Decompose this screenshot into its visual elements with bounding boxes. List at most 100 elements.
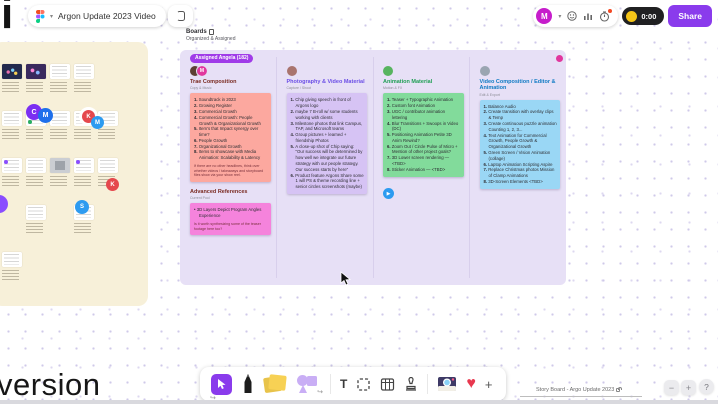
- video-link-icon[interactable]: ▶: [383, 188, 394, 199]
- sticky-item: 3D Lower screen rendering — <TBD>: [387, 155, 461, 167]
- thumbnail-card: [26, 205, 46, 220]
- timer-icon[interactable]: [599, 11, 610, 22]
- sticky-item: Replace Christmas photos Mission of Clam…: [484, 167, 558, 179]
- mouse-cursor: [340, 271, 351, 286]
- sticky-item: Create transition with overlay clips & T…: [484, 109, 558, 121]
- share-button[interactable]: Share: [668, 5, 712, 27]
- slide-thumbnail[interactable]: [50, 158, 70, 188]
- slide-thumbnail[interactable]: [2, 64, 22, 94]
- chevron-down-icon[interactable]: ▾: [558, 13, 561, 20]
- sticky-list: Chip giving speech in front of Argons lo…: [291, 97, 365, 190]
- column-avatar-icon[interactable]: [480, 66, 490, 76]
- board-label-text: Story Board - Argo Update 2023: [536, 387, 614, 393]
- sticky-item: 3D-Screen Elements <TBD>: [484, 179, 558, 185]
- slide-thumbnail[interactable]: [26, 64, 46, 94]
- sticky-footnote: Is it worth synthesizing some of the tea…: [194, 222, 268, 231]
- heart-sticker[interactable]: ♥: [466, 376, 476, 392]
- select-tool[interactable]: ↪: [211, 374, 232, 395]
- board-status-label: Story Board - Argo Update 2023: [536, 387, 620, 393]
- slide-thumbnail[interactable]: [74, 64, 94, 94]
- sticky-item: Milestone photos that link Campus, TAP, …: [291, 121, 365, 133]
- collaborator-avatar[interactable]: M: [38, 108, 53, 123]
- thumbnail-caption: [2, 129, 19, 139]
- figjam-toolbar: ↪ ↪ T ♥ +: [200, 367, 506, 401]
- table-tool[interactable]: [380, 377, 395, 392]
- music-timer-pill[interactable]: 0:00: [622, 7, 664, 25]
- sticky-note-tool[interactable]: [264, 374, 288, 394]
- sticky-note[interactable]: 3D Layers Depict Program Angles Experien…: [190, 203, 271, 235]
- column-subtitle: Capture / Shoot: [287, 86, 368, 90]
- thumbnail-caption: [26, 176, 43, 186]
- column-title: Photography & Video Material: [287, 79, 368, 85]
- column-subtitle: Motion & FX: [383, 86, 464, 90]
- sticky-note[interactable]: Chip giving speech in front of Argons lo…: [287, 93, 368, 194]
- slide-thumbnail[interactable]: [74, 158, 94, 188]
- stamp-tool[interactable]: [404, 377, 418, 392]
- figjam-canvas[interactable]: i version: [0, 0, 718, 404]
- column-avatar-group: [287, 64, 368, 77]
- sticky-item: Green Screen / Vision Animation (collage…: [484, 150, 558, 162]
- slide-thumbnail[interactable]: [26, 158, 46, 188]
- zoom-out-button[interactable]: −: [664, 380, 679, 395]
- section-tool[interactable]: [356, 377, 371, 392]
- chevron-down-icon[interactable]: ▾: [50, 13, 53, 20]
- add-tool-button[interactable]: +: [485, 377, 493, 392]
- thumbnail-caption: [74, 176, 91, 186]
- column-section: Animation Material Motion & FX Teaser + …: [383, 79, 464, 177]
- shapes-tool[interactable]: ↪: [297, 374, 321, 394]
- collaborator-avatar[interactable]: S: [75, 200, 89, 214]
- sticky-note[interactable]: Teaser + Typographic AnimationCustom fon…: [383, 93, 464, 176]
- collaborator-avatar[interactable]: M: [91, 116, 104, 129]
- board-subtitle: Organized & Assigned: [186, 36, 235, 42]
- collaboration-pill: M ▾: [533, 5, 618, 27]
- file-menu-pill[interactable]: ▾ Argon Update 2023 Video: [28, 5, 166, 27]
- slide-thumbnail[interactable]: [50, 111, 70, 141]
- column-title: Advanced References: [190, 189, 271, 195]
- ideation-board-section[interactable]: Assigned Angela (182) M Trae Composition…: [180, 50, 566, 285]
- marker-tool[interactable]: [241, 373, 255, 395]
- present-button[interactable]: [168, 5, 193, 27]
- sticky-item: Item's that Impact synergy over time?: [194, 126, 268, 138]
- file-title[interactable]: Argon Update 2023 Video: [58, 11, 156, 21]
- sticky-note[interactable]: Soundtrack in 2023Growing RegisterCommer…: [190, 93, 271, 182]
- thumbnail-card: [2, 252, 22, 267]
- column-subtitle: Copy & Music: [190, 86, 271, 90]
- thumbnail-caption: [26, 82, 43, 92]
- emoji-reaction-icon[interactable]: [567, 11, 577, 21]
- board-column: Video Composition / Editor & Animation E…: [470, 50, 567, 285]
- text-tool[interactable]: T: [340, 377, 347, 391]
- slide-thumbnail[interactable]: [2, 111, 22, 141]
- camera-sticker[interactable]: [437, 375, 457, 393]
- board-columns: M Trae Composition Copy & Music Soundtra…: [180, 50, 566, 285]
- sticky-item: Product feature Argons Share some 1 will…: [291, 173, 365, 190]
- column-avatar-icon[interactable]: [383, 66, 393, 76]
- thumbnail-card: [74, 158, 94, 173]
- sticky-list: Balance AudioCreate transition with over…: [484, 104, 558, 185]
- thumbnail-caption: [50, 82, 67, 92]
- column-avatar-icon[interactable]: M: [197, 66, 207, 76]
- column-avatar-group: M: [190, 64, 271, 77]
- poll-icon[interactable]: [583, 11, 593, 21]
- thumbnail-caption: [26, 223, 43, 233]
- current-user-avatar[interactable]: M: [536, 8, 552, 24]
- slide-thumbnail[interactable]: [26, 205, 46, 235]
- thumbnail-card: [2, 111, 22, 126]
- sticky-note[interactable]: Balance AudioCreate transition with over…: [480, 100, 561, 189]
- help-button[interactable]: ?: [699, 379, 714, 394]
- thumbnail-caption: [74, 82, 91, 92]
- toolbar-divider: [330, 374, 331, 394]
- sticky-item: Group pictures + learned + friendship Ph…: [291, 132, 365, 144]
- slide-thumbnail[interactable]: [2, 252, 22, 282]
- board-column: Photography & Video Material Capture / S…: [277, 50, 374, 285]
- lock-icon: [616, 388, 620, 392]
- column-avatar-group: [383, 64, 464, 77]
- slide-thumbnail[interactable]: [50, 64, 70, 94]
- column-avatar-icon[interactable]: [287, 66, 297, 76]
- scrollbar-thumb[interactable]: [520, 396, 642, 397]
- slide-thumbnail[interactable]: [2, 158, 22, 188]
- storyboard-frame[interactable]: CMKMKS: [0, 42, 148, 306]
- sticky-item: Sticker Animation — <TBD>: [387, 167, 461, 173]
- collaborator-avatar[interactable]: K: [106, 178, 119, 191]
- board-heading: Boards Organized & Assigned: [186, 29, 235, 42]
- zoom-in-button[interactable]: +: [681, 380, 696, 395]
